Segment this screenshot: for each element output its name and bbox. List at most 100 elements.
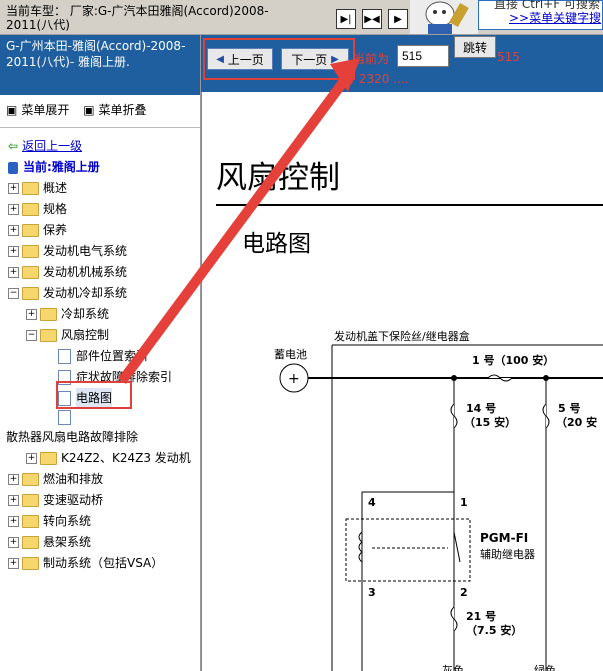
nav-highlight-box (203, 38, 355, 80)
battery-plus: + (288, 371, 300, 387)
tree-item-label: 冷却系统 (61, 307, 110, 321)
fuse-box-title: 发动机盖下保险丝/继电器盒 (334, 329, 470, 343)
menu-expand-button[interactable]: 菜单展开 (21, 103, 69, 117)
battery-label: 蓄电池 (274, 348, 307, 361)
fuse21-label-a: 21 号 (466, 610, 496, 623)
fuse21-symbol (450, 606, 458, 632)
tree-item-k24-engine[interactable]: + K24Z2、K24Z3 发动机 (26, 448, 191, 469)
car-model-line2: 2011(八代) (6, 18, 70, 32)
tree-item-suspension[interactable]: + 悬架系统 (8, 532, 91, 553)
tree-item-brakes[interactable]: + 制动系统（包括VSA） (8, 553, 163, 574)
relay-box (345, 518, 471, 582)
mascot-image (410, 0, 478, 34)
tree-item-label: 转向系统 (43, 514, 92, 528)
expand-icon[interactable]: + (8, 516, 19, 527)
fuse21-label-b: （7.5 安） (466, 623, 522, 637)
expand-icon[interactable]: + (8, 474, 19, 485)
content-pane: ◀ 上一页 下一页 ▶ 当前为 跳转 515 / 2320 .... 风扇控制 … (201, 35, 603, 671)
circuit-diagram-highlight (56, 381, 132, 409)
expand-icon[interactable]: + (8, 204, 19, 215)
folder-icon (22, 515, 39, 528)
current-book: 当前:雅阁上册 (8, 157, 100, 178)
expand-icon[interactable]: + (8, 225, 19, 236)
tree-item-cooling-system[interactable]: + 冷却系统 (26, 304, 109, 325)
menu-expand-icon: ▣ (6, 103, 18, 117)
folder-icon (40, 308, 57, 321)
tree-item-blank-doc[interactable] (58, 407, 76, 428)
forward-button[interactable]: ▶ (388, 9, 408, 29)
tree-item-overview[interactable]: + 概述 (8, 178, 67, 199)
menu-search-link[interactable]: >>菜单关键字搜 (509, 9, 601, 26)
relay-label-a: PGM-FI (480, 531, 528, 545)
tree-item-label: 悬架系统 (43, 535, 92, 549)
jump-button[interactable]: 跳转 (454, 36, 496, 58)
menu-collapse-button[interactable]: 菜单折叠 (99, 103, 147, 117)
page-number-input[interactable] (397, 45, 449, 67)
expand-icon[interactable]: + (8, 246, 19, 257)
forward-icon: ▶ (394, 13, 402, 25)
car-model-label: 当前车型： 厂家:G-广汽本田雅阁(Accord)2008- 2011(八代) (6, 4, 326, 32)
fuse1-label: 1 号（100 安） (472, 353, 554, 367)
expand-icon[interactable]: + (26, 309, 37, 320)
back-label: 返回上一级 (22, 139, 83, 153)
tree-item-engine-electrical[interactable]: + 发动机电气系统 (8, 241, 127, 262)
expand-icon[interactable]: + (26, 453, 37, 464)
collapse-icon[interactable]: − (8, 288, 19, 299)
car-model-line1: 当前车型： 厂家:G-广汽本田雅阁(Accord)2008- (6, 4, 269, 18)
expand-icon[interactable]: + (8, 183, 19, 194)
back-link[interactable]: ⇦ 返回上一级 (8, 136, 82, 157)
circuit-diagram: 发动机盖下保险丝/继电器盒 蓄电池 + 1 号（100 安） 14 号 （15 … (274, 329, 603, 671)
tree-item-fan-control[interactable]: − 风扇控制 (26, 325, 109, 346)
tree-item-specs[interactable]: + 规格 (8, 199, 67, 220)
relay-label-b: 辅助继电器 (480, 547, 535, 561)
folder-open-icon (40, 329, 57, 342)
relay-switch (453, 531, 461, 563)
toggle-frame-button[interactable]: ▶◀ (362, 9, 382, 29)
folder-icon (22, 224, 39, 237)
expand-icon[interactable]: + (8, 537, 19, 548)
top-bar: 当前车型： 厂家:G-广汽本田雅阁(Accord)2008- 2011(八代) … (0, 0, 603, 35)
folder-icon (22, 536, 39, 549)
tree-item-label: 概述 (43, 181, 68, 195)
last-page-button[interactable]: ▶| (336, 9, 356, 29)
last-page-icon: ▶| (340, 13, 352, 25)
divider (0, 127, 200, 128)
tree-item-label: K24Z2、K24Z3 发动机 (61, 451, 191, 465)
expand-icon[interactable]: + (8, 558, 19, 569)
tree-item-engine-mechanical[interactable]: + 发动机机械系统 (8, 262, 127, 283)
tree-item-label: 保养 (43, 223, 68, 237)
tree-item-label: 发动机机械系统 (43, 265, 128, 279)
pin4-label: 4 (368, 496, 376, 509)
document-icon (58, 349, 71, 364)
sidebar: G-广州本田-雅阁(Accord)-2008-2011(八代)- 雅阁上册. ▣… (0, 35, 201, 671)
expand-icon[interactable]: + (8, 495, 19, 506)
fuse14-label-a: 14 号 (466, 402, 496, 415)
tree-item-label: 发动机冷却系统 (43, 286, 128, 300)
tree-item-radiator-fan[interactable]: 散热器风扇电路故障排除 (6, 427, 138, 448)
tree-item-steering[interactable]: + 转向系统 (8, 511, 91, 532)
tree-item-label: 变速驱动桥 (43, 493, 104, 507)
tree-item-label: 制动系统（包括VSA） (43, 556, 164, 570)
folder-icon (22, 182, 39, 195)
tree-item-maintenance[interactable]: + 保养 (8, 220, 67, 241)
fuse5-label-a: 5 号 (558, 402, 580, 415)
tree-item-component-index[interactable]: 部件位置索引 (58, 346, 148, 367)
folder-icon (22, 245, 39, 258)
folder-icon (22, 266, 39, 279)
menu-collapse-icon: ▣ (83, 103, 95, 117)
tree-item-fuel-emission[interactable]: + 燃油和排放 (8, 469, 103, 490)
tree-item-transaxle[interactable]: + 变速驱动桥 (8, 490, 103, 511)
collapse-icon[interactable]: − (26, 330, 37, 341)
folder-icon (40, 452, 57, 465)
menu-controls: ▣ 菜单展开 ▣ 菜单折叠 (6, 101, 151, 118)
toggle-frame-icon: ▶◀ (364, 13, 380, 25)
tree-item-label: 规格 (43, 202, 68, 216)
fuse5-symbol (542, 403, 550, 429)
total-pages: / 2320 .... (351, 72, 409, 86)
document-area: 风扇控制 电路图 发动机盖下保险丝/继电器盒 蓄电池 + 1 号（100 安） … (201, 92, 603, 671)
tree-item-engine-cooling[interactable]: − 发动机冷却系统 (8, 283, 127, 304)
book-title: G-广州本田-雅阁(Accord)-2008-2011(八代)- 雅阁上册. (0, 35, 200, 95)
folder-open-icon (22, 287, 39, 300)
document-icon (58, 410, 71, 425)
expand-icon[interactable]: + (8, 267, 19, 278)
